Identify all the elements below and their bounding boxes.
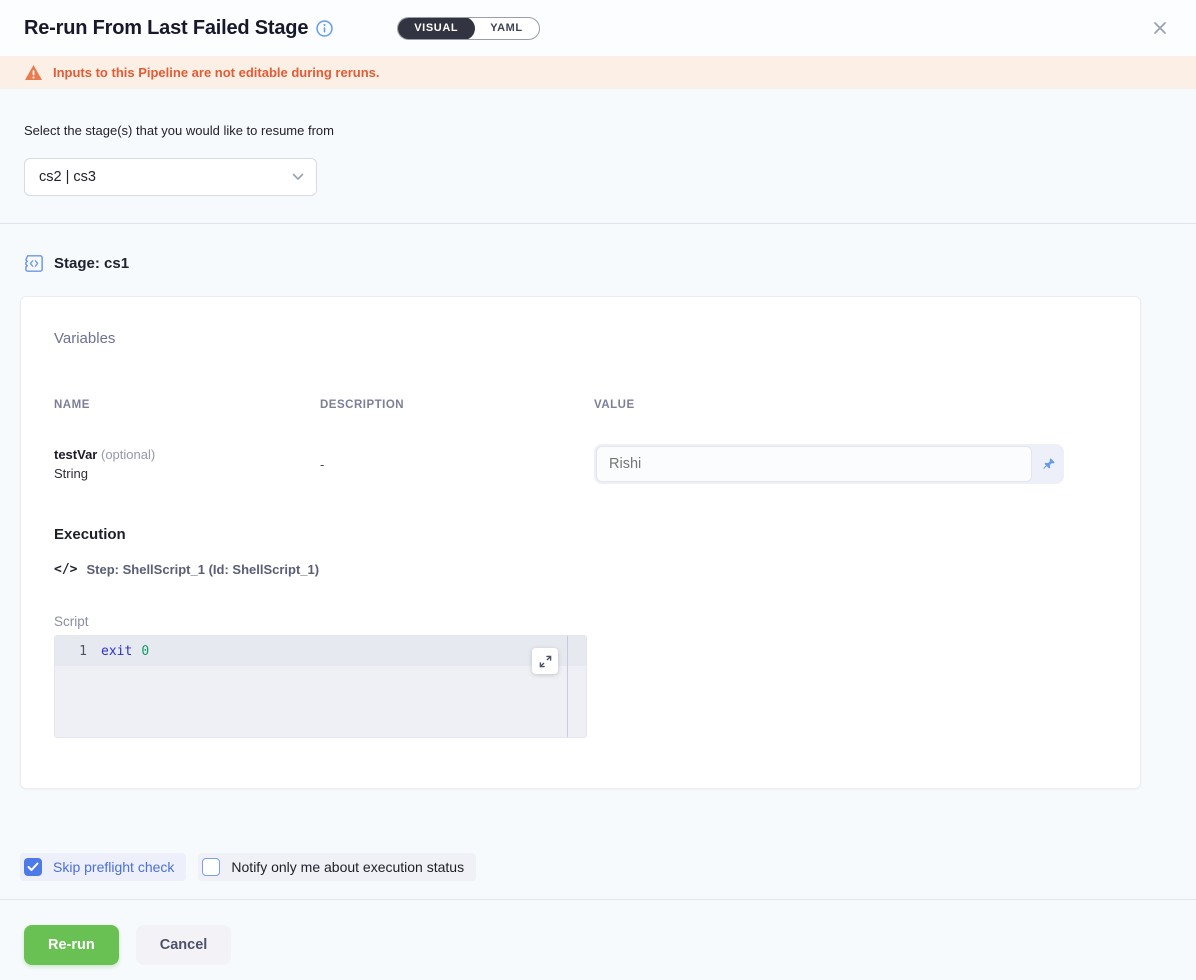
expand-editor-button[interactable] [532, 648, 558, 674]
variable-optional-tag: (optional) [101, 447, 155, 462]
script-code-editor[interactable]: 1 exit 0 [54, 635, 587, 738]
column-header-description: DESCRIPTION [320, 399, 594, 411]
custom-stage-icon [24, 254, 44, 273]
variable-description: - [320, 457, 594, 472]
variable-name-cell: testVar (optional) String [54, 447, 320, 481]
code-step-icon: </> [54, 562, 77, 577]
stage-card: Variables NAME DESCRIPTION VALUE testVar… [20, 296, 1141, 789]
table-header-row: NAME DESCRIPTION VALUE [54, 399, 1140, 411]
stage-heading-label: Stage: cs1 [54, 255, 129, 272]
stage-select-dropdown[interactable]: cs2 | cs3 [24, 158, 317, 196]
code-keyword: exit [101, 644, 132, 659]
skip-preflight-checkbox[interactable] [24, 858, 42, 876]
variable-name: testVar [54, 447, 97, 462]
rerun-button[interactable]: Re-run [24, 925, 119, 965]
footer-divider [0, 899, 1196, 900]
column-header-value: VALUE [594, 399, 1064, 411]
stage-select-value: cs2 | cs3 [39, 169, 96, 185]
options-row: Skip preflight check Notify only me abou… [20, 853, 1196, 881]
visual-yaml-toggle: VISUAL YAML [397, 17, 540, 40]
pin-icon[interactable] [1034, 444, 1064, 484]
code-line: 1 exit 0 [55, 636, 586, 666]
warning-text: Inputs to this Pipeline are not editable… [53, 65, 379, 80]
notify-me-option[interactable]: Notify only me about execution status [198, 853, 476, 881]
variables-heading: Variables [54, 330, 1140, 347]
modal-header: Re-run From Last Failed Stage VISUAL YAM… [0, 0, 1196, 56]
section-divider [0, 223, 1196, 224]
info-icon[interactable] [316, 20, 333, 37]
warning-banner: Inputs to this Pipeline are not editable… [0, 56, 1196, 89]
page-title: Re-run From Last Failed Stage [24, 17, 308, 40]
variable-value-input[interactable] [596, 446, 1032, 482]
stage-select-label: Select the stage(s) that you would like … [24, 123, 1172, 138]
toggle-visual[interactable]: VISUAL [397, 17, 475, 40]
column-header-name: NAME [54, 399, 320, 411]
table-row: testVar (optional) String - [54, 444, 1140, 484]
step-row: </> Step: ShellScript_1 (Id: ShellScript… [54, 562, 1140, 577]
skip-preflight-option[interactable]: Skip preflight check [20, 853, 186, 881]
warning-icon [24, 64, 43, 81]
notify-me-label: Notify only me about execution status [231, 859, 464, 875]
cancel-button[interactable]: Cancel [136, 925, 232, 965]
stage-heading: Stage: cs1 [24, 254, 1172, 273]
editor-scrollbar[interactable] [567, 636, 568, 737]
chevron-down-icon [292, 173, 304, 181]
variable-value-cell [594, 444, 1064, 484]
line-number: 1 [55, 644, 101, 659]
variables-table: NAME DESCRIPTION VALUE testVar (optional… [54, 399, 1140, 484]
step-label: Step: ShellScript_1 (Id: ShellScript_1) [86, 562, 319, 577]
rerun-modal: Re-run From Last Failed Stage VISUAL YAM… [0, 0, 1196, 980]
script-label: Script [54, 614, 1140, 629]
code-value: 0 [141, 644, 149, 659]
skip-preflight-label: Skip preflight check [53, 859, 174, 875]
close-icon[interactable] [1148, 16, 1172, 40]
variable-type: String [54, 466, 320, 481]
execution-heading: Execution [54, 526, 1140, 543]
stage-select-section: Select the stage(s) that you would like … [0, 89, 1196, 196]
action-buttons: Re-run Cancel [24, 925, 1196, 965]
variable-value-wrapper [594, 444, 1064, 484]
notify-me-checkbox[interactable] [202, 858, 220, 876]
toggle-yaml[interactable]: YAML [474, 17, 539, 40]
